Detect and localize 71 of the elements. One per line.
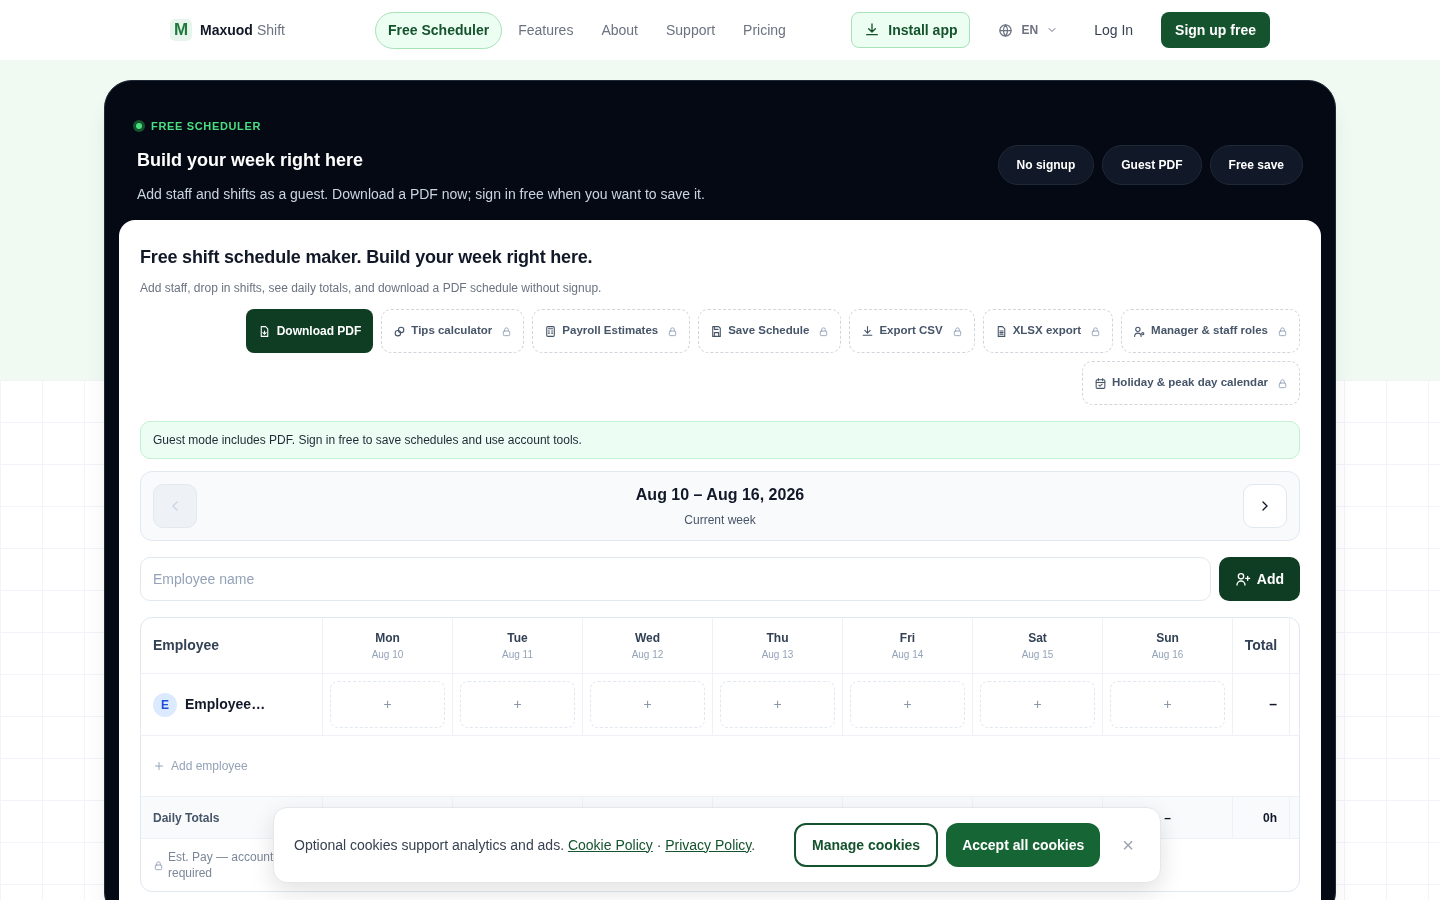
day-date: Aug 16 <box>1151 648 1184 662</box>
download-icon <box>864 22 881 38</box>
user-plus-icon <box>1234 571 1251 587</box>
day-date: Aug 11 <box>502 648 533 662</box>
brand-suffix: Shift <box>256 20 285 40</box>
grand-total: 0h <box>1263 809 1277 827</box>
feature-pill: No signup <box>997 145 1095 186</box>
globe-icon <box>998 22 1014 38</box>
guest-mode-notice: Guest mode includes PDF. Sign in free to save schedules and use account tools. <box>140 421 1300 459</box>
tool-button[interactable]: Manager & staff roles <box>1121 309 1300 353</box>
download-pdf-button[interactable]: Download PDF <box>245 309 374 353</box>
column-header: Total <box>1232 618 1289 673</box>
nav-link[interactable]: Features <box>506 12 586 48</box>
signup-button[interactable]: Sign up free <box>1161 12 1270 48</box>
day-date: Aug 14 <box>891 648 924 662</box>
plus-icon <box>153 760 165 772</box>
day-heading: Tue <box>507 630 528 647</box>
day-date: Aug 12 <box>631 648 664 662</box>
tool-button[interactable]: Export CSV <box>849 309 975 353</box>
add-button[interactable]: Add <box>1218 557 1300 601</box>
day-date: Aug 13 <box>761 648 794 662</box>
estimated-pay-note: Est. Pay — account required <box>168 849 275 881</box>
hero-title: Build your week right here <box>137 148 365 172</box>
login-link[interactable]: Log In <box>1078 19 1150 41</box>
install-app-button[interactable]: Install app <box>851 12 971 48</box>
row-total: – <box>1269 695 1277 714</box>
tool-button[interactable]: Save Schedule <box>698 309 842 353</box>
calculator-icon <box>544 324 558 338</box>
language-selector[interactable]: EN <box>990 12 1067 48</box>
daily-total-value: – <box>1164 809 1171 827</box>
policy-link[interactable]: Cookie Policy <box>567 836 653 853</box>
day-date: Aug 10 <box>371 648 404 662</box>
nav-link[interactable]: Free Scheduler <box>375 11 503 49</box>
nav-link[interactable]: Pricing <box>731 12 798 48</box>
nav-link[interactable]: Support <box>654 12 728 48</box>
logo-mark[interactable]: M <box>170 19 192 41</box>
eyebrow-label: FREE SCHEDULER <box>151 119 262 134</box>
brand-name: Maxuod <box>200 20 253 40</box>
feature-pill: Free save <box>1209 145 1303 186</box>
user-roles-icon <box>1133 324 1147 338</box>
day-heading: Fri <box>899 630 916 647</box>
tool-button[interactable]: Payroll Estimates <box>532 309 691 353</box>
accept-cookies-button[interactable]: Accept all cookies <box>946 823 1101 867</box>
employee-name[interactable]: Employee… <box>185 694 266 715</box>
card-title: Free shift schedule maker. Build your week right here. <box>140 246 594 269</box>
lock-icon <box>153 859 164 871</box>
day-date: Aug 15 <box>1021 648 1054 662</box>
nav-link[interactable]: About <box>589 12 650 48</box>
day-heading: Sun <box>1156 630 1179 647</box>
tool-button[interactable]: XLSX export <box>982 309 1114 353</box>
cookie-notice-text: Optional cookies support analytics and ads. Cookie Policy · Privacy Policy. <box>294 835 756 855</box>
week-range: Aug 10 – Aug 16, 2026 <box>635 485 805 505</box>
daily-totals-label: Daily Totals <box>153 809 220 827</box>
tool-button[interactable]: Tips calculator <box>381 309 525 353</box>
week-caption: Current week <box>684 512 756 529</box>
day-heading: Sat <box>1028 630 1047 647</box>
day-heading: Mon <box>375 630 400 647</box>
card-subtitle: Add staff, drop in shifts, see daily totals, and download a PDF schedule without signup. <box>140 280 603 297</box>
calendar-icon <box>1094 376 1108 390</box>
employee-avatar: E <box>153 692 177 717</box>
coins-icon <box>393 324 407 338</box>
hero-subtitle: Add staff and shifts as a guest. Download a PDF now; sign in free when you want to save it. <box>137 184 705 204</box>
employee-name-field[interactable]: Employee name <box>140 557 1211 601</box>
download-icon <box>861 324 875 338</box>
manage-cookies-button[interactable]: Manage cookies <box>794 823 939 867</box>
feature-pill: Guest PDF <box>1102 145 1202 186</box>
day-heading: Wed <box>634 630 661 647</box>
tool-button[interactable]: Holiday & peak day calendar <box>1082 361 1300 405</box>
next-week-button[interactable] <box>1243 484 1287 528</box>
column-header: Employee <box>152 636 221 655</box>
day-heading: Thu <box>766 630 789 647</box>
